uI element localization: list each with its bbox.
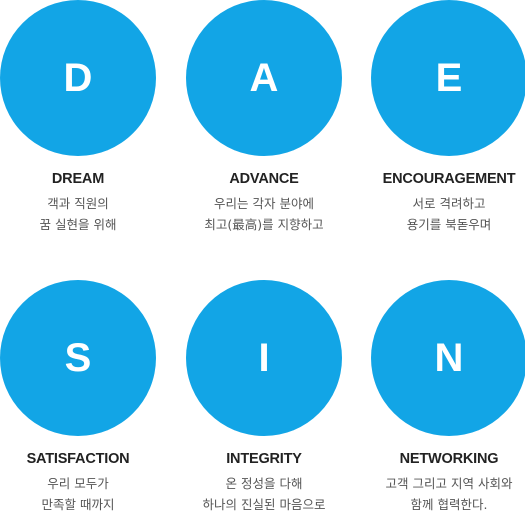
value-letter: A [249,56,279,100]
value-description-line: 하나의 진실된 마음으로 [202,497,326,512]
value-description-line: 함께 협력한다. [410,497,488,512]
value-letter: E [435,56,463,100]
value-description-line: 만족할 때까지 [41,497,115,512]
value-title: INTEGRITY [226,451,302,467]
value-description: 고객 그리고 지역 사회와 함께 협력한다. [369,473,525,515]
letter-circle: D [0,0,156,156]
value-description: 객과 직원의 꿈 실현을 위해 [0,193,158,235]
letter-circle: A [186,0,342,156]
letter-circle: I [186,280,342,436]
value-card-encouragement: E ENCOURAGEMENT 서로 격려하고 용기를 북돋우며 [369,0,525,235]
value-title: SATISFACTION [26,451,130,467]
value-description-line: 꿈 실현을 위해 [39,217,117,232]
value-description-line: 객과 직원의 [47,196,109,211]
value-description-line: 고객 그리고 지역 사회와 [385,476,513,491]
value-description-line: 서로 격려하고 [412,196,486,211]
letter-circle: N [371,280,525,436]
value-card-satisfaction: S SATISFACTION 우리 모두가 만족할 때까지 [0,280,158,515]
value-title: NETWORKING [399,451,499,467]
value-card-networking: N NETWORKING 고객 그리고 지역 사회와 함께 협력한다. [369,280,525,515]
value-card-dream: D DREAM 객과 직원의 꿈 실현을 위해 [0,0,158,235]
value-title: ENCOURAGEMENT [382,171,516,187]
value-description: 우리 모두가 만족할 때까지 [0,473,158,515]
value-description-line: 온 정성을 다해 [225,476,303,491]
value-description: 우리는 각자 분야에 최고(最高)를 지향하고 [184,193,344,235]
value-description-line: 우리 모두가 [47,476,109,491]
value-letter: S [64,336,92,380]
value-card-advance: A ADVANCE 우리는 각자 분야에 최고(最高)를 지향하고 [184,0,344,235]
value-description: 서로 격려하고 용기를 북돋우며 [369,193,525,235]
value-description-line: 용기를 북돋우며 [406,217,492,232]
value-description: 온 정성을 다해 하나의 진실된 마음으로 [184,473,344,515]
value-letter: N [434,336,464,380]
value-title: ADVANCE [229,171,299,187]
letter-circle: E [371,0,525,156]
value-card-integrity: I INTEGRITY 온 정성을 다해 하나의 진실된 마음으로 [184,280,344,515]
letter-circle: S [0,280,156,436]
value-description-line: 우리는 각자 분야에 [214,196,314,211]
value-title: DREAM [51,171,105,187]
value-description-line: 최고(最高)를 지향하고 [204,217,324,232]
value-letter: D [63,56,93,100]
value-letter: I [258,336,270,380]
values-grid: D DREAM 객과 직원의 꿈 실현을 위해 A ADVANCE 우리는 각자… [0,0,525,514]
